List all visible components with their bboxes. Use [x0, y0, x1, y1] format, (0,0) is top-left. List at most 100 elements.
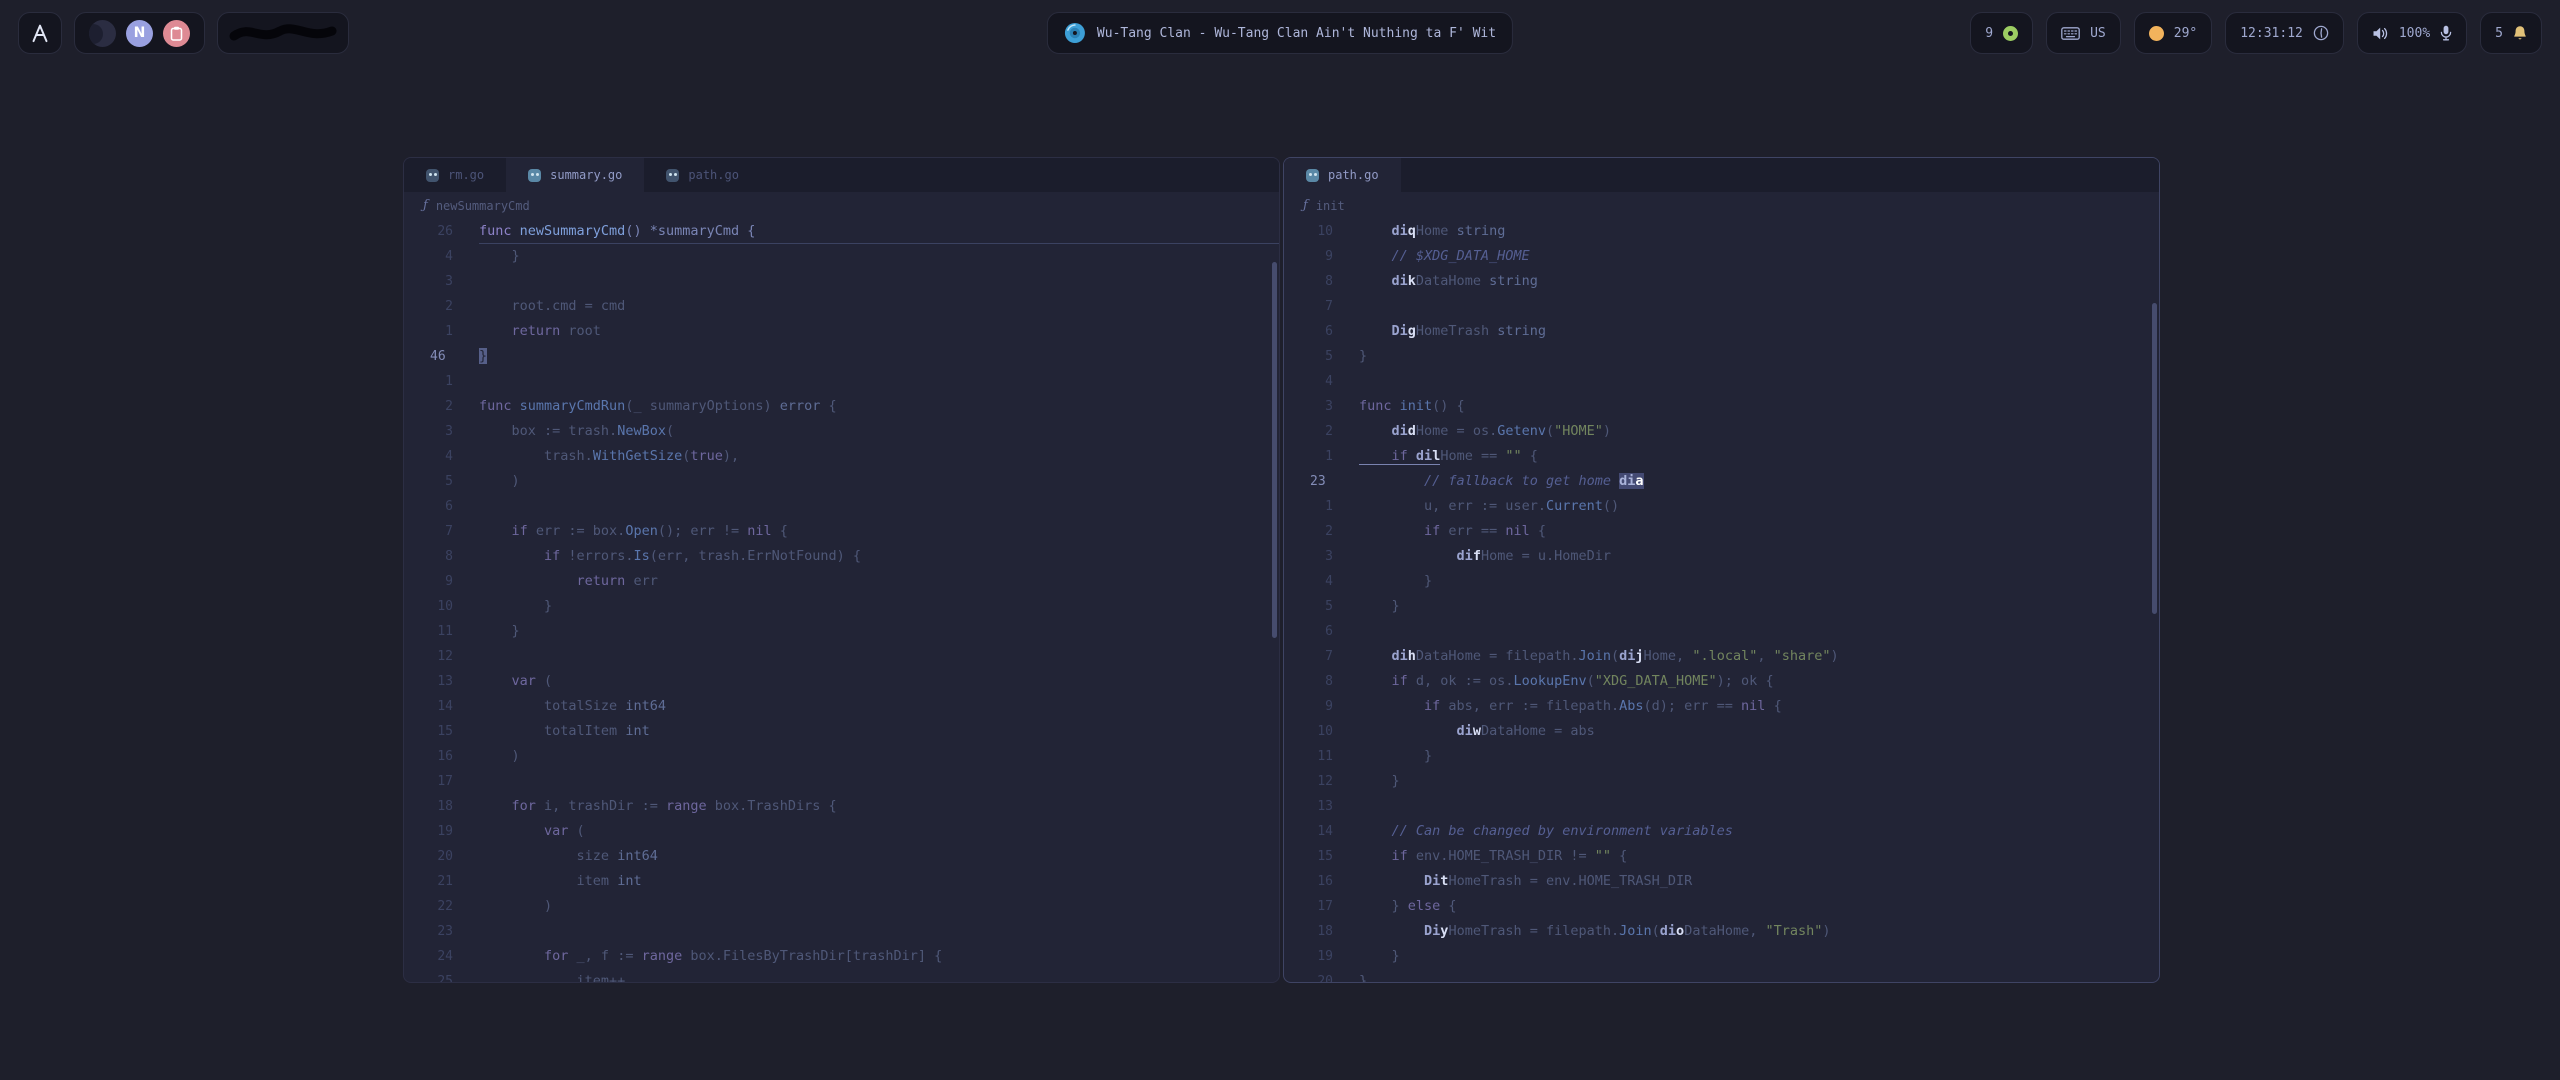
line-number: 10: [404, 594, 479, 619]
keyboard-layout-widget[interactable]: US: [2046, 12, 2121, 54]
code-token: }: [1359, 773, 1400, 789]
clock-time: 12:31:12: [2240, 26, 2303, 41]
code-token: item++: [479, 973, 625, 983]
code-line: 4 }: [404, 244, 1279, 269]
code-line: 3: [404, 269, 1279, 294]
code-line: 22 ): [404, 894, 1279, 919]
code-token: return: [479, 323, 560, 339]
code-token: Current: [1546, 498, 1603, 514]
code-token: HomeTrash = env.HOME_TRASH_DIR: [1448, 873, 1692, 889]
code-token: }: [479, 348, 487, 364]
updates-status-icon: [2003, 26, 2018, 41]
line-number: 1: [404, 319, 479, 344]
code-token: {: [1530, 523, 1546, 539]
line-number: 5: [404, 469, 479, 494]
code-line: 12: [404, 644, 1279, 669]
code-token: return: [479, 573, 625, 589]
code-token: newSummaryCmd: [520, 223, 626, 239]
line-number: 10: [1284, 719, 1359, 744]
code-token: range: [642, 948, 683, 964]
app-launcher-button[interactable]: [18, 12, 62, 54]
tab-path.go[interactable]: path.go: [1284, 158, 1401, 192]
code-line: 4 }: [1284, 569, 2159, 594]
code-token: err: [625, 573, 658, 589]
code-token: string: [1489, 273, 1538, 289]
code-token: }: [1359, 898, 1408, 914]
code-token: (d); err ==: [1644, 698, 1742, 714]
go-file-icon: [666, 169, 679, 182]
code-line: 12 }: [1284, 769, 2159, 794]
code-editor-area[interactable]: 26func newSummaryCmd() *summaryCmd {4 }3…: [404, 219, 1279, 982]
scrollbar[interactable]: [1272, 262, 1277, 638]
code-token: "": [1595, 848, 1611, 864]
code-token: "share": [1774, 648, 1831, 664]
code-token: if: [1359, 673, 1408, 689]
code-line: 7 if err := box.Open(); err != nil {: [404, 519, 1279, 544]
code-line: 15 if env.HOME_TRASH_DIR != "" {: [1284, 844, 2159, 869]
line-number: 3: [1284, 394, 1359, 419]
line-number: 21: [404, 869, 479, 894]
code-token: Open: [625, 523, 658, 539]
code-token: int64: [625, 698, 666, 714]
code-line: 6 DigHomeTrash string: [1284, 319, 2159, 344]
tray-n-icon[interactable]: N: [126, 20, 153, 47]
code-line: 8 if d, ok := os.LookupEnv("XDG_DATA_HOM…: [1284, 669, 2159, 694]
tab-summary.go[interactable]: summary.go: [506, 158, 644, 192]
redacted-window-title[interactable]: [217, 12, 349, 54]
audio-widget[interactable]: 100%: [2357, 12, 2467, 54]
code-line: 14 // Can be changed by environment vari…: [1284, 819, 2159, 844]
code-line: 10 }: [404, 594, 1279, 619]
editor-window-right: path.go ƒ init 10 diqHome string9 // $XD…: [1283, 157, 2160, 983]
code-line: 1 if dilHome == "" {: [1284, 444, 2159, 469]
line-number: 5: [1284, 594, 1359, 619]
line-number: 2: [404, 294, 479, 319]
code-token: Home ==: [1440, 448, 1505, 464]
code-token: string: [1497, 323, 1546, 339]
tab-path.go[interactable]: path.go: [644, 158, 761, 192]
code-line: 23 // fallback to get home dia: [1284, 469, 2159, 494]
updates-widget[interactable]: 9: [1970, 12, 2033, 54]
code-token: d: [1408, 423, 1416, 439]
media-player-widget[interactable]: Wu-Tang Clan - Wu-Tang Clan Ain't Nuthin…: [1047, 12, 1513, 54]
line-number: 8: [1284, 669, 1359, 694]
code-token: ),: [723, 448, 739, 464]
notifications-widget[interactable]: 5: [2480, 12, 2542, 54]
line-number: 13: [404, 669, 479, 694]
code-token: if: [1359, 698, 1440, 714]
code-token: {: [772, 523, 788, 539]
code-token: a: [1635, 473, 1643, 489]
clock-icon: [2313, 25, 2329, 41]
tab-rm.go[interactable]: rm.go: [404, 158, 506, 192]
line-number: 8: [404, 544, 479, 569]
weather-widget[interactable]: 29°: [2134, 12, 2212, 54]
go-file-icon: [528, 169, 541, 182]
symbol-function-icon: ƒ: [1303, 198, 1308, 213]
code-token: {: [1522, 448, 1538, 464]
line-number: 13: [1284, 794, 1359, 819]
code-token: env.HOME_TRASH_DIR !=: [1408, 848, 1595, 864]
code-line: 7: [1284, 294, 2159, 319]
code-token: nil: [1741, 698, 1765, 714]
tray-status-icon[interactable]: [89, 20, 116, 47]
weather-sun-icon: [2149, 26, 2164, 41]
code-token: trash.: [479, 448, 593, 464]
code-token: (: [1611, 648, 1619, 664]
line-number: 15: [404, 719, 479, 744]
code-token: func: [479, 223, 520, 239]
code-line: 8 if !errors.Is(err, trash.ErrNotFound) …: [404, 544, 1279, 569]
code-editor-area[interactable]: 10 diqHome string9 // $XDG_DATA_HOME8 di…: [1284, 219, 2159, 982]
code-line: 9 if abs, err := filepath.Abs(d); err ==…: [1284, 694, 2159, 719]
code-token: int: [625, 723, 649, 739]
code-token: func: [1359, 398, 1400, 414]
code-line: 3func init() {: [1284, 394, 2159, 419]
code-token: }: [1359, 348, 1367, 364]
scrollbar[interactable]: [2152, 303, 2157, 614]
clock-widget[interactable]: 12:31:12: [2225, 12, 2344, 54]
code-token: box := trash.: [479, 423, 617, 439]
code-line: 5}: [1284, 344, 2159, 369]
code-line: 23: [404, 919, 1279, 944]
tray-clipboard-icon[interactable]: [163, 20, 190, 47]
code-token: "XDG_DATA_HOME": [1595, 673, 1717, 689]
line-number: 1: [404, 369, 479, 394]
line-number: 23: [1284, 469, 1359, 494]
